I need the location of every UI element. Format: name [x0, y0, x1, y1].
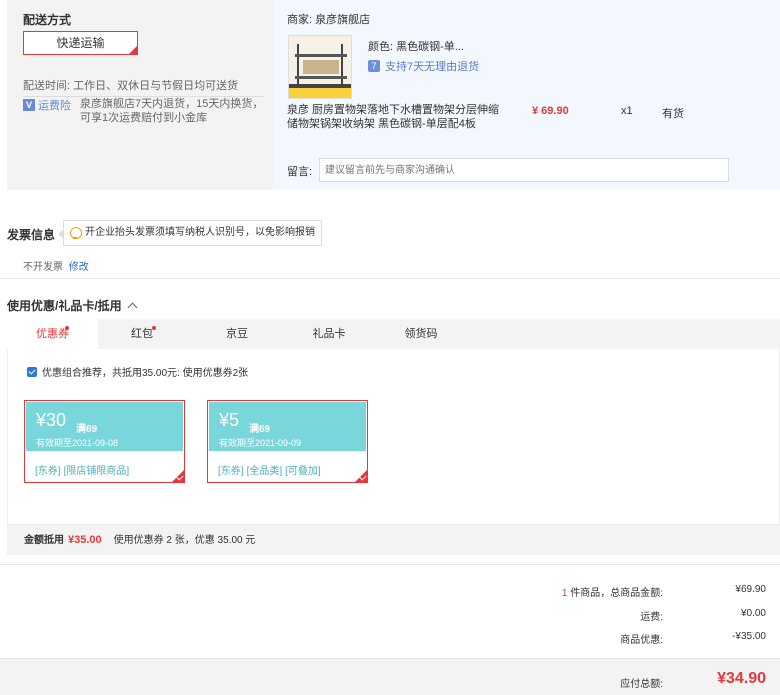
product-section: 商家: 泉彦旗舰店 颜色: 黑色碳钢-单... 7 支持7天无理由退货 泉彦 厨…: [273, 0, 780, 190]
discount-value: -¥35.00: [732, 631, 766, 642]
return-policy-text: 支持7天无理由退货: [385, 61, 480, 73]
coupon-tag: [可叠加]: [285, 466, 321, 477]
remark-label: 留言:: [287, 166, 313, 178]
product-name[interactable]: 泉彦 厨房置物架落地下水槽置物架分层伸缩储物架锅架收纳架 黑色碳钢-单层配4板: [287, 103, 507, 131]
delivery-time-label: 配送时间:: [23, 80, 71, 92]
new-dot-icon: [152, 326, 156, 330]
goods-total-value: ¥69.90: [735, 584, 766, 595]
product-image[interactable]: [288, 35, 352, 99]
divider: [0, 564, 780, 565]
coupon-tags: [东券] [限店铺限商品]: [35, 462, 132, 477]
invoice-edit-link[interactable]: 修改: [69, 262, 89, 273]
coupon-tag: [东券]: [218, 466, 244, 477]
lightbulb-icon: [70, 227, 82, 239]
deduct-detail: 使用优惠券 2 张，优惠 35.00 元: [113, 535, 256, 546]
return-policy[interactable]: 7 支持7天无理由退货: [368, 58, 479, 74]
tab-label: 领货码: [404, 328, 438, 340]
new-dot-icon: [65, 326, 69, 330]
delivery-time: 配送时间: 工作日、双休日与节假日均可送货: [23, 77, 238, 93]
tab-jd-beans[interactable]: 京豆: [191, 319, 283, 349]
goods-total-label: 件商品，总商品金额:: [570, 588, 663, 599]
tab-redeem-code[interactable]: 领货码: [375, 319, 467, 349]
selected-corner-icon: [128, 45, 138, 55]
combo-text: 优惠组合推荐，共抵用35.00元: 使用优惠券2张: [42, 368, 249, 379]
product-quantity: x1: [621, 105, 633, 117]
seller-label: 商家:: [287, 14, 313, 26]
chevron-up-icon: [127, 302, 138, 313]
seller-info: 商家: 泉彦旗舰店: [287, 11, 370, 27]
payable-total-bar: 应付总额: ¥34.90: [0, 658, 780, 695]
tab-red-packets[interactable]: 红包: [98, 319, 186, 349]
freight-value: ¥0.00: [740, 608, 766, 619]
coupon-amount: ¥5: [219, 410, 240, 430]
invoice-tip: 开企业抬头发票须填写纳税人识别号，以免影响报销: [58, 220, 322, 246]
invoice-status: 不开发票 修改: [23, 258, 89, 273]
coupon-tabs: 优惠券 红包 京豆 礼品卡 领货码: [7, 319, 780, 350]
coupon-expiry: 有效期至2021-09-08: [36, 438, 119, 448]
shipping-title: 配送方式: [23, 13, 72, 27]
insurance-tag-label: 运费险: [38, 100, 71, 112]
express-shipping-option[interactable]: 快递运输: [23, 31, 138, 55]
coupon-tag: [限店铺限商品]: [63, 466, 130, 477]
coupon-tags: [东券] [全品类] [可叠加]: [218, 462, 324, 477]
divider: [0, 278, 780, 279]
deduct-label: 金额抵用: [24, 535, 64, 546]
coupon-card[interactable]: ¥5 满69 有效期至2021-09-09 [东券] [全品类] [可叠加]: [207, 400, 368, 483]
payable-label: 应付总额:: [620, 679, 663, 690]
seller-name[interactable]: 泉彦旗舰店: [315, 14, 370, 26]
product-color: 颜色: 黑色碳钢-单...: [368, 38, 464, 54]
tab-gift-cards[interactable]: 礼品卡: [283, 319, 375, 349]
stock-status: 有货: [662, 108, 684, 120]
coupon-card-header: ¥5 满69 有效期至2021-09-09: [209, 402, 366, 451]
coupon-section-toggle[interactable]: 使用优惠/礼品卡/抵用: [7, 297, 138, 314]
invoice-tip-text: 开企业抬头发票须填写纳税人识别号，以免影响报销: [85, 227, 315, 238]
goods-count: 1 件商品，总商品金额:: [562, 584, 663, 599]
seven-day-return-icon: 7: [368, 60, 380, 72]
freight-label: 运费:: [640, 612, 663, 623]
coupon-tag: [全品类]: [246, 466, 283, 477]
tab-label: 红包: [131, 328, 153, 340]
insurance-icon: V: [23, 99, 35, 111]
coupon-condition: 满69: [249, 424, 271, 435]
tooltip-arrow: [58, 229, 64, 239]
tab-label: 京豆: [226, 328, 248, 340]
coupon-section-title: 使用优惠/礼品卡/抵用: [7, 299, 122, 313]
item-count: 1: [561, 588, 568, 599]
shipping-section: 配送方式 快递运输 配送时间: 工作日、双休日与节假日均可送货 V 运费险 泉彦…: [7, 0, 780, 190]
coupon-tag: [东券]: [35, 466, 61, 477]
coupon-condition: 满69: [76, 424, 98, 435]
tab-coupons[interactable]: 优惠券: [7, 319, 98, 350]
coupon-card[interactable]: ¥30 满69 有效期至2021-09-08 [东券] [限店铺限商品]: [24, 400, 185, 483]
coupon-card-header: ¥30 满69 有效期至2021-09-08: [26, 402, 183, 451]
shipping-options: 配送方式 快递运输 配送时间: 工作日、双休日与节假日均可送货 V 运费险 泉彦…: [7, 0, 273, 190]
invoice-status-text: 不开发票: [23, 262, 63, 273]
remark-input[interactable]: [319, 158, 729, 182]
combo-recommendation[interactable]: 优惠组合推荐，共抵用35.00元: 使用优惠券2张: [27, 364, 248, 379]
color-label: 颜色:: [368, 41, 394, 53]
discount-label: 商品优惠:: [620, 635, 663, 646]
product-price: ¥ 69.90: [532, 105, 569, 117]
selected-check-icon: [171, 469, 185, 483]
invoice-title: 发票信息: [7, 228, 56, 242]
coupon-expiry: 有效期至2021-09-09: [219, 438, 302, 448]
tab-label: 优惠券: [36, 328, 69, 340]
deduction-summary: 金额抵用 ¥35.00 使用优惠券 2 张，优惠 35.00 元: [7, 525, 780, 555]
color-value: 黑色碳钢-单...: [396, 41, 464, 53]
coupon-amount: ¥30: [36, 410, 67, 430]
selected-check-icon: [354, 469, 368, 483]
deduct-amount: ¥35.00: [68, 534, 102, 546]
checkbox-checked-icon[interactable]: [27, 366, 37, 377]
insurance-description: 泉彦旗舰店7天内退货，15天内换货，可享1次运费赔付到小金库: [80, 98, 264, 124]
delivery-time-value: 工作日、双休日与节假日均可送货: [73, 80, 239, 92]
freight-insurance-tag[interactable]: V 运费险: [23, 97, 71, 113]
tab-label: 礼品卡: [312, 328, 346, 340]
payable-value: ¥34.90: [717, 670, 766, 687]
shipping-method-label: 快递运输: [56, 36, 105, 50]
